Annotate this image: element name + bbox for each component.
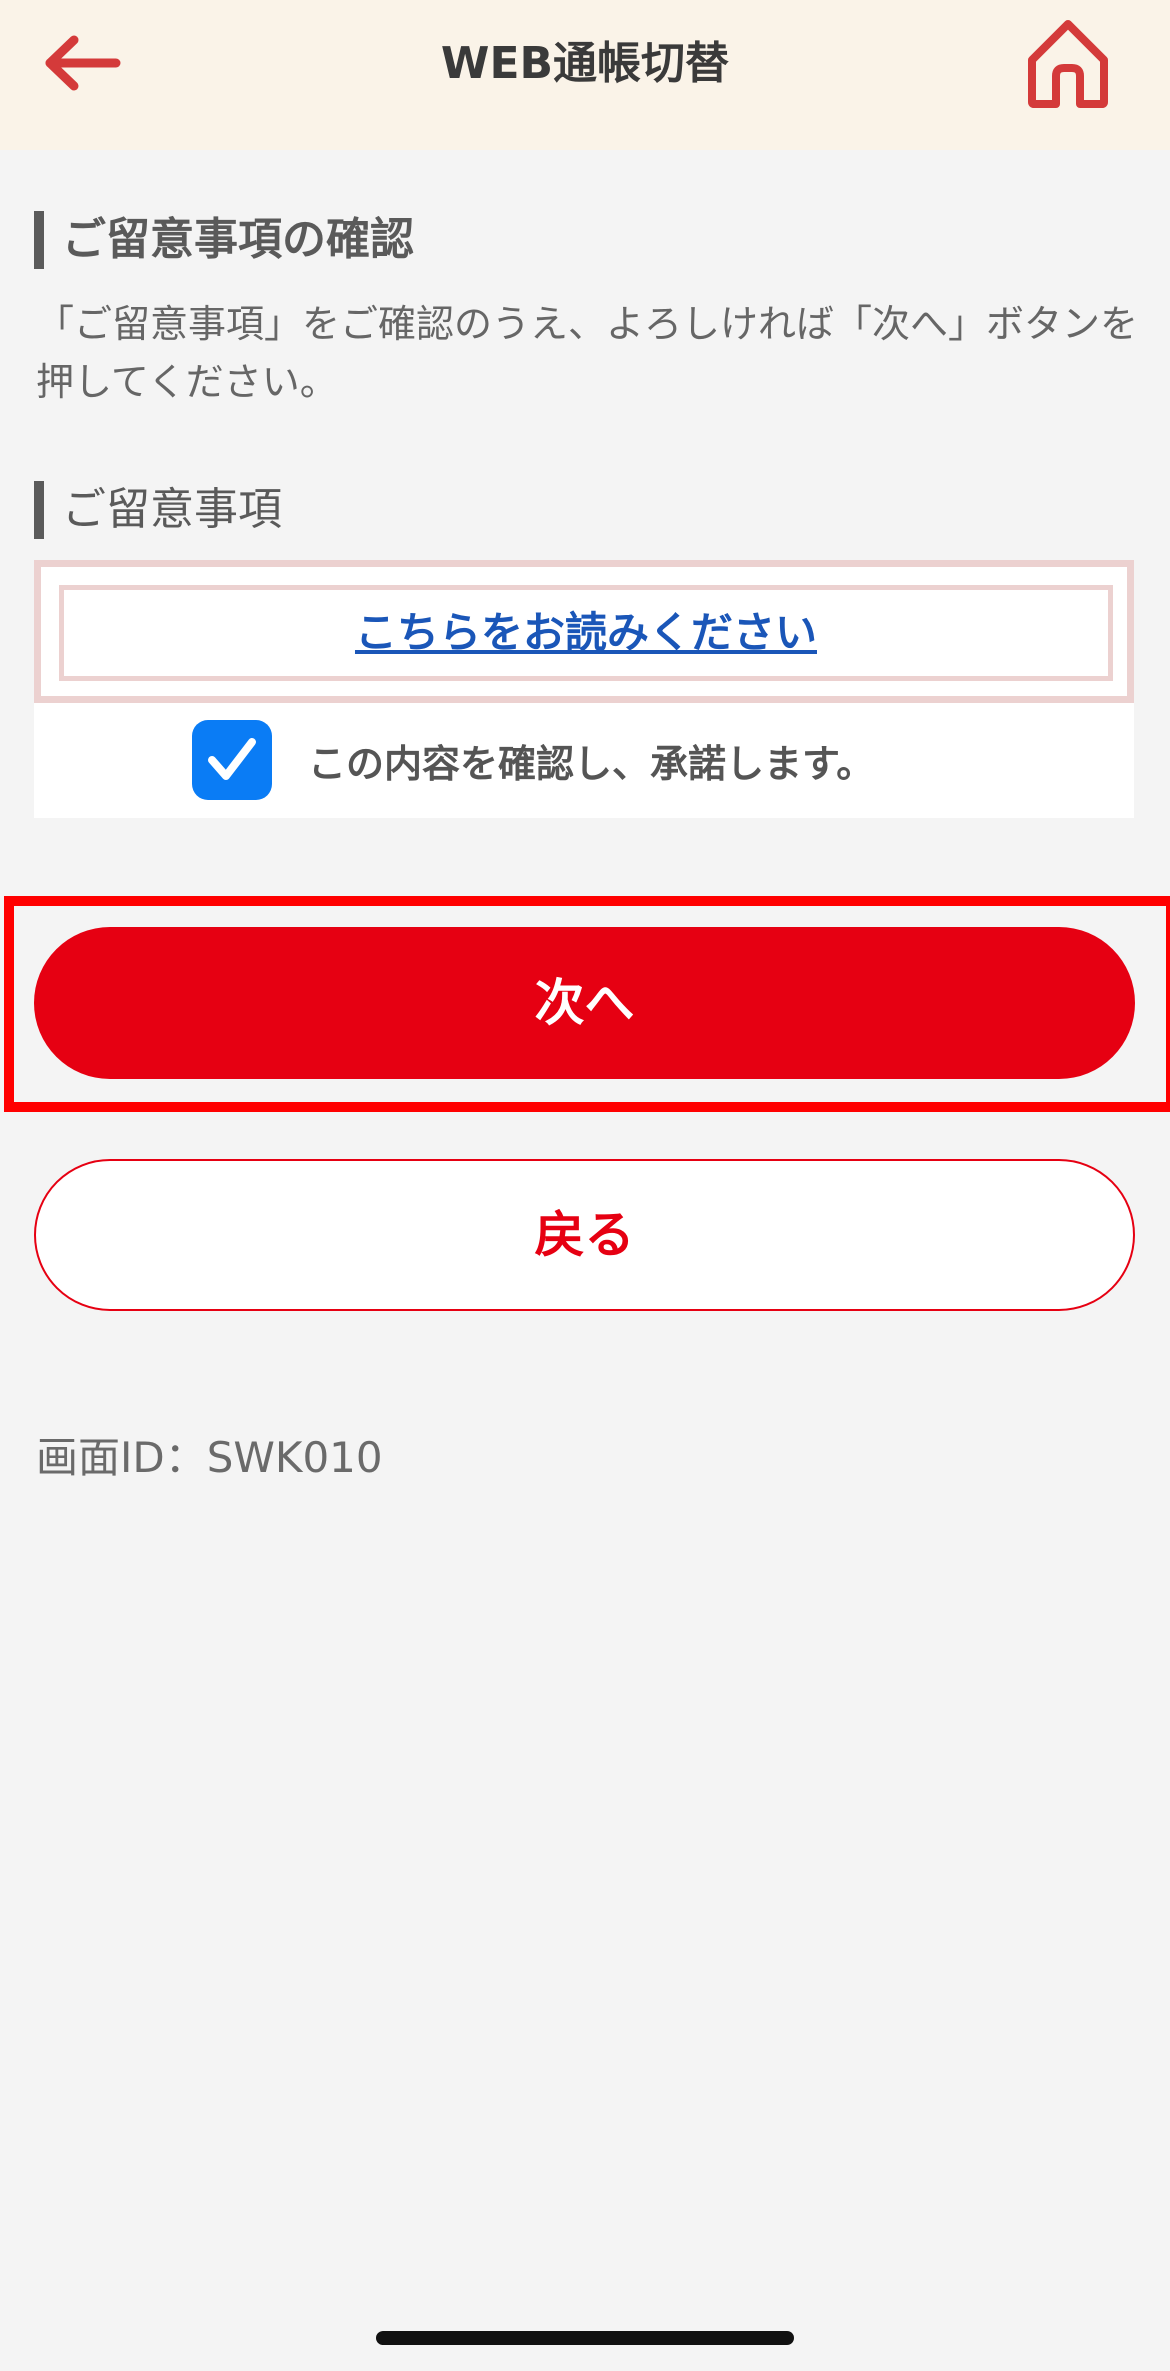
home-indicator bbox=[376, 2331, 794, 2345]
screen-id: 画面ID：SWK010 bbox=[36, 1433, 383, 1482]
back-arrow-button[interactable] bbox=[40, 30, 130, 96]
home-icon bbox=[1028, 20, 1108, 108]
notice-section-heading: ご留意事項 bbox=[34, 481, 282, 539]
home-button[interactable] bbox=[1018, 14, 1118, 114]
agree-checkbox[interactable] bbox=[192, 720, 272, 800]
notice-link-inner: こちらをお読みください bbox=[59, 585, 1113, 681]
next-button[interactable]: 次へ bbox=[34, 927, 1135, 1079]
app-header: WEB通帳切替 bbox=[0, 0, 1170, 150]
page-title: WEB通帳切替 bbox=[440, 38, 730, 89]
back-button[interactable]: 戻る bbox=[34, 1159, 1135, 1311]
agree-label: この内容を確認し、承諾します。 bbox=[308, 741, 875, 786]
checkmark-icon bbox=[208, 738, 256, 780]
notice-box: こちらをお読みください この内容を確認し、承諾します。 bbox=[34, 560, 1134, 818]
confirm-section-heading: ご留意事項の確認 bbox=[34, 211, 414, 269]
confirm-description: 「ご留意事項」をご確認のうえ、よろしければ「次へ」ボタンを押してください。 bbox=[36, 302, 1139, 404]
arrow-left-icon bbox=[45, 35, 121, 91]
agree-row: この内容を確認し、承諾します。 bbox=[192, 718, 874, 802]
notice-link-frame: こちらをお読みください bbox=[34, 560, 1134, 703]
read-notice-link[interactable]: こちらをお読みください bbox=[355, 608, 817, 657]
